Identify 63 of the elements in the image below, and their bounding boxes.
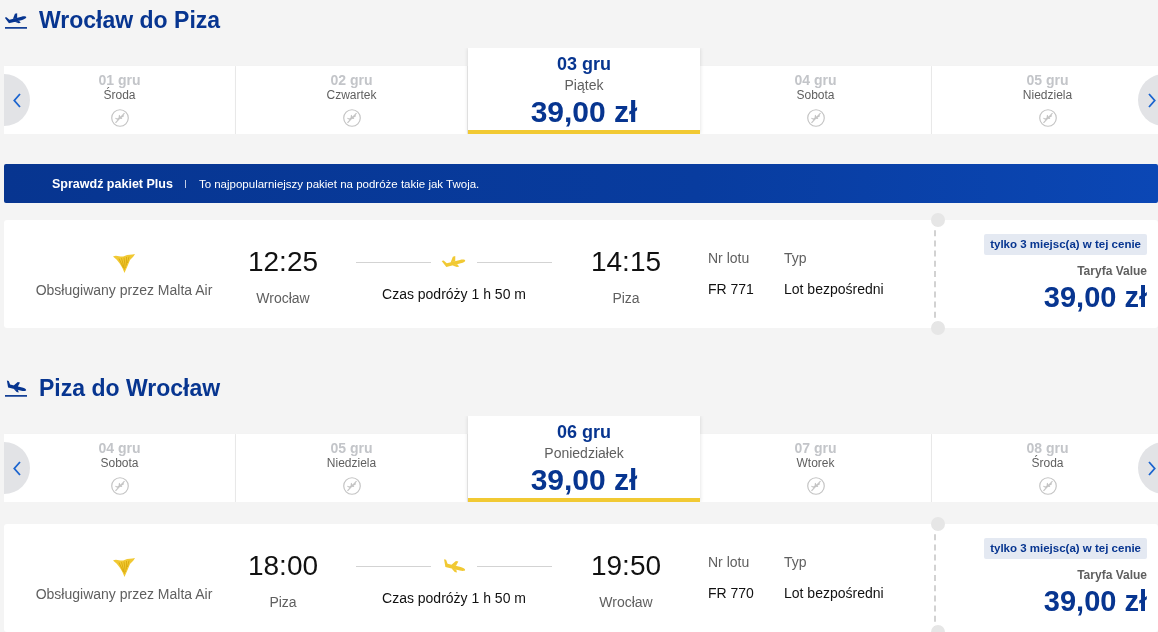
date-tab[interactable]: 06 gru Poniedziałek 39,00 zł [468, 416, 700, 502]
date-tab[interactable]: 05 gru Niedziela [932, 66, 1158, 134]
fare-panel[interactable]: tylko 3 miejsc(a) w tej cenie Taryfa Value 39,00 zł [934, 220, 1158, 328]
flight-type-label: Typ [784, 554, 807, 570]
departure-city: Wrocław [256, 290, 310, 306]
no-flight-icon [110, 477, 129, 495]
fare-price: 39,00 zł [1043, 585, 1147, 617]
seats-left-badge: tylko 3 miejsc(a) w tej cenie [984, 234, 1147, 255]
no-flight-icon [342, 109, 361, 127]
ticket-notch [931, 517, 945, 531]
takeoff-plane-icon [5, 11, 27, 29]
no-flight-icon [1038, 477, 1057, 495]
chevron-right-icon [1148, 460, 1156, 476]
promo-title: Sprawdź pakiet Plus [52, 176, 173, 191]
landing-plane-icon [5, 379, 27, 397]
flight-type: Lot bezpośredni [784, 281, 884, 297]
no-flight-icon [110, 109, 129, 127]
plane-icon [441, 254, 467, 270]
harp-logo [112, 555, 136, 579]
departure-time: 18:00 [247, 550, 319, 582]
flight-number-label: Nr lotu [708, 250, 750, 266]
date-tab[interactable]: 03 gru Piątek 39,00 zł [468, 48, 700, 134]
duration-text: Czas podróży 1 h 50 m [382, 590, 526, 606]
no-flight-icon [1038, 109, 1057, 127]
date-tab[interactable]: 07 gru Wtorek [700, 434, 932, 502]
section-title: Wrocław do Piza [39, 6, 221, 35]
flight-type: Lot bezpośredni [784, 585, 884, 601]
seats-left-badge: tylko 3 miejsc(a) w tej cenie [984, 538, 1147, 559]
fare-panel[interactable]: tylko 3 miejsc(a) w tej cenie Taryfa Value 39,00 zł [934, 524, 1158, 632]
date-tab[interactable]: 05 gru Niedziela [236, 434, 468, 502]
arrival-city: Wrocław [599, 594, 653, 610]
operator-text: Obsługiwany przez Malta Air [35, 586, 213, 602]
no-flight-icon [806, 109, 825, 127]
date-tab[interactable]: 04 gru Sobota [700, 66, 932, 134]
section-title: Piza do Wrocław [39, 374, 221, 403]
chevron-left-icon [13, 92, 21, 108]
ticket-notch [931, 321, 945, 335]
operator-text: Obsługiwany przez Malta Air [35, 282, 213, 298]
fare-price: 39,00 zł [1043, 281, 1147, 313]
date-tab[interactable]: 01 gru Środa [4, 66, 236, 134]
departure-time: 12:25 [247, 246, 319, 278]
flight-number: FR 771 [708, 281, 754, 297]
flight-type-label: Typ [784, 250, 807, 266]
date-tab[interactable]: 08 gru Środa [932, 434, 1158, 502]
date-tab[interactable]: 02 gru Czwartek [236, 66, 468, 134]
promo-text: To najpopularniejszy pakiet na podróże takie jak Twoja. [198, 177, 480, 190]
fare-name: Taryfa Value [1077, 568, 1147, 582]
ticket-notch [931, 213, 945, 227]
harp-logo [112, 251, 136, 275]
no-flight-icon [342, 477, 361, 495]
arrival-city: Piza [612, 290, 640, 306]
arrival-time: 14:15 [590, 246, 662, 278]
date-tab[interactable]: 04 gru Sobota [4, 434, 236, 502]
no-flight-icon [806, 477, 825, 495]
departure-city: Piza [269, 594, 297, 610]
chevron-right-icon [1148, 92, 1156, 108]
duration-text: Czas podróży 1 h 50 m [382, 286, 526, 302]
plane-icon [441, 558, 467, 574]
fare-name: Taryfa Value [1077, 264, 1147, 278]
chevron-left-icon [13, 460, 21, 476]
arrival-time: 19:50 [590, 550, 662, 582]
flight-number-label: Nr lotu [708, 554, 750, 570]
flight-number: FR 770 [708, 585, 754, 601]
